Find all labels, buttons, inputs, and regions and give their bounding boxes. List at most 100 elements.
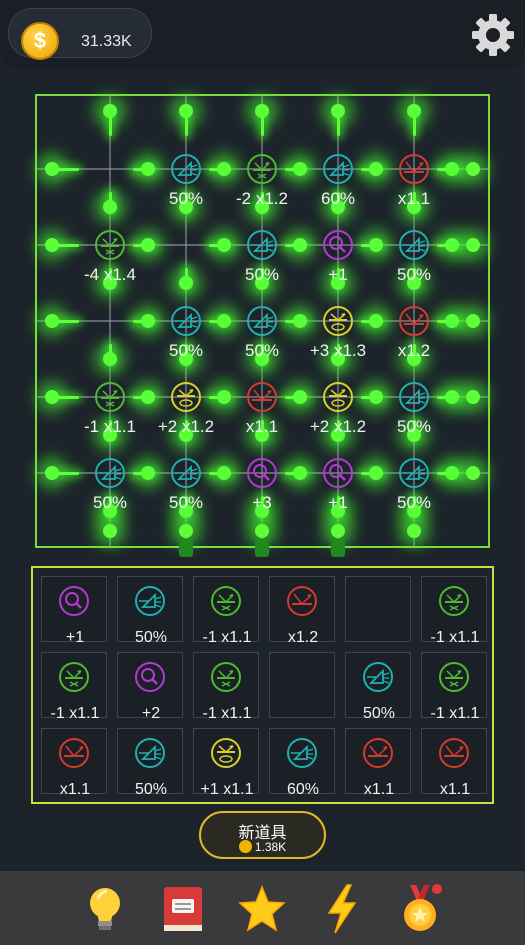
inventory-slot[interactable]: x1.1: [345, 728, 411, 798]
inventory-slot-empty[interactable]: [345, 576, 411, 642]
reflector-icon: [58, 737, 90, 769]
inventory-slot[interactable]: x1.1: [421, 728, 487, 798]
laser-beam: [57, 167, 79, 171]
reflector-icon: [286, 585, 318, 617]
inventory-slot[interactable]: x1.2: [269, 576, 335, 646]
laser-beam: [437, 167, 459, 171]
laser-beam: [285, 243, 307, 247]
mirror-splitter-icon[interactable]: [94, 381, 126, 413]
inventory-slot[interactable]: 50%: [117, 576, 183, 646]
inventory-slot[interactable]: +1 x1.1: [193, 728, 259, 798]
game-board[interactable]: 50% -2 x1.2 60% x1.1 -4 x1.4 50% +1 50% …: [35, 94, 490, 548]
laser-glow: [255, 524, 269, 538]
nav-lightning[interactable]: [317, 883, 367, 935]
inventory-slot[interactable]: -1 x1.1: [193, 652, 259, 722]
laser-beam: [57, 319, 79, 323]
inventory-slot[interactable]: -1 x1.1: [421, 576, 487, 646]
inventory-slot[interactable]: x1.1: [41, 728, 107, 798]
board-item-label: 50%: [396, 417, 432, 436]
laser-beam: [133, 395, 155, 399]
nav-medal[interactable]: [395, 883, 445, 935]
new-item-button[interactable]: 新道具 1.38K: [199, 811, 326, 859]
laser-beam: [437, 319, 459, 323]
prism-icon[interactable]: [246, 305, 278, 337]
mirror-splitter-icon[interactable]: [246, 153, 278, 185]
laser-beam: [57, 243, 79, 247]
inventory-item-label: -1 x1.1: [430, 705, 480, 722]
inventory-slot[interactable]: 50%: [117, 728, 183, 798]
inventory-slot[interactable]: -1 x1.1: [421, 652, 487, 722]
book-icon: [164, 887, 202, 931]
laser-emitter: [255, 539, 269, 557]
laser-beam: [133, 471, 155, 475]
new-item-cost: 1.38K: [201, 840, 324, 854]
inventory-slot[interactable]: 50%: [345, 652, 411, 722]
nav-star[interactable]: [237, 883, 287, 935]
prism-icon[interactable]: [170, 153, 202, 185]
laser-beam: [108, 344, 112, 364]
magnifier-icon: [58, 585, 90, 617]
inventory-slot[interactable]: -1 x1.1: [41, 652, 107, 722]
prism-icon[interactable]: [246, 229, 278, 261]
lens-icon[interactable]: [322, 381, 354, 413]
nav-book[interactable]: [158, 883, 208, 935]
laser-beam: [133, 167, 155, 171]
inventory-item-label: 60%: [286, 781, 320, 798]
prism-icon[interactable]: [398, 457, 430, 489]
reflector-icon[interactable]: [246, 381, 278, 413]
board-item-label: 50%: [396, 265, 432, 284]
laser-beam: [336, 116, 340, 136]
laser-beam: [412, 116, 416, 136]
mirror-splitter-icon: [438, 661, 470, 693]
coin-icon: [238, 840, 252, 853]
inventory-item-label: -1 x1.1: [50, 705, 100, 722]
inventory-slot[interactable]: -1 x1.1: [193, 576, 259, 646]
inventory-item-label: x1.1: [363, 781, 395, 798]
reflector-icon[interactable]: [398, 153, 430, 185]
laser-beam: [260, 116, 264, 136]
inventory-slot[interactable]: +1: [41, 576, 107, 646]
laser-glow: [407, 524, 421, 538]
laser-beam: [361, 167, 383, 171]
laser-beam: [184, 268, 188, 288]
laser-beam: [437, 471, 459, 475]
lens-icon[interactable]: [322, 305, 354, 337]
inventory-item-label: 50%: [134, 629, 168, 646]
laser-beam: [285, 395, 307, 399]
magnifier-icon[interactable]: [322, 457, 354, 489]
inventory-item-label: +2: [141, 705, 161, 722]
prism-icon[interactable]: [398, 229, 430, 261]
bottom-nav: [0, 871, 525, 945]
prism-icon[interactable]: [170, 457, 202, 489]
prism-icon[interactable]: [322, 153, 354, 185]
inventory-item-label: +1 x1.1: [200, 781, 254, 798]
prism-icon[interactable]: [94, 457, 126, 489]
medal-icon: [404, 884, 442, 931]
prism-icon: [134, 737, 166, 769]
prism-icon[interactable]: [170, 305, 202, 337]
nav-lightbulb[interactable]: [80, 883, 130, 935]
magnifier-icon[interactable]: [322, 229, 354, 261]
reflector-icon[interactable]: [398, 305, 430, 337]
laser-beam: [437, 395, 459, 399]
lightning-icon: [327, 884, 357, 934]
laser-beam: [209, 471, 231, 475]
settings-button[interactable]: [470, 12, 516, 58]
lens-icon: [210, 737, 242, 769]
prism-icon[interactable]: [398, 381, 430, 413]
mirror-splitter-icon: [210, 585, 242, 617]
magnifier-icon[interactable]: [246, 457, 278, 489]
inventory-slot[interactable]: +2: [117, 652, 183, 722]
laser-beam: [361, 471, 383, 475]
laser-beam: [209, 243, 231, 247]
mirror-splitter-icon[interactable]: [94, 229, 126, 261]
laser-beam: [184, 116, 188, 136]
mirror-splitter-icon: [438, 585, 470, 617]
inventory-item-label: x1.1: [59, 781, 91, 798]
board-item-label: x1.1: [397, 189, 431, 208]
inventory-slot[interactable]: 60%: [269, 728, 335, 798]
lens-icon[interactable]: [170, 381, 202, 413]
inventory-item-label: 50%: [362, 705, 396, 722]
laser-beam: [361, 243, 383, 247]
inventory-slot-empty[interactable]: [269, 652, 335, 718]
